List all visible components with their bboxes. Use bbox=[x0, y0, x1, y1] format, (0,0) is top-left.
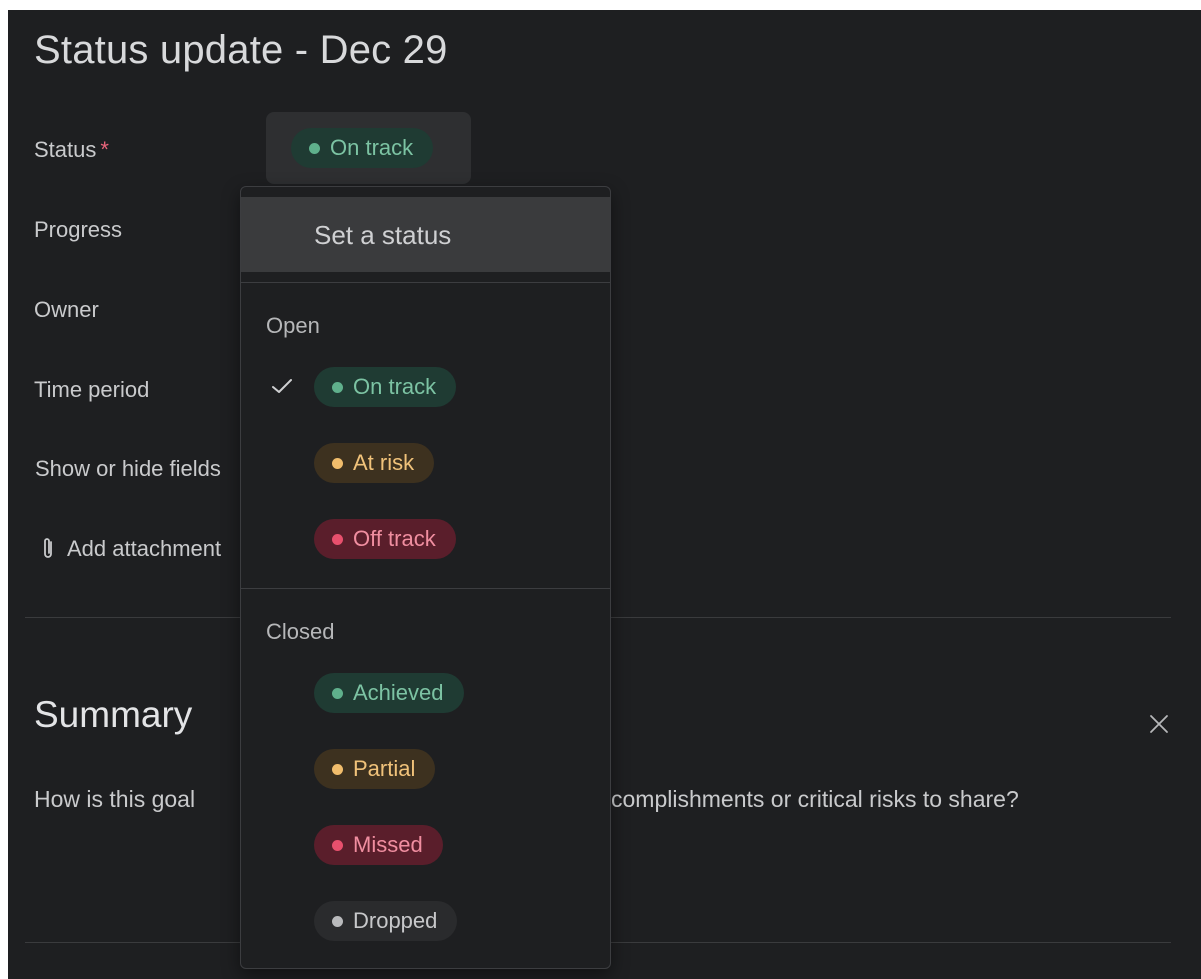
option-label: Achieved bbox=[353, 680, 444, 705]
option-label: Missed bbox=[353, 832, 423, 857]
status-label: Status * bbox=[34, 137, 109, 162]
option-dropped[interactable]: Dropped bbox=[314, 901, 458, 941]
summary-prompt-left: How is this goal bbox=[34, 786, 196, 812]
group-label-closed: Closed bbox=[266, 619, 335, 644]
check-icon bbox=[272, 379, 292, 393]
set-status-header: Set a status bbox=[241, 197, 610, 272]
dropdown-divider bbox=[241, 282, 610, 283]
red-dot-icon bbox=[332, 533, 343, 545]
required-marker: * bbox=[100, 137, 109, 162]
green-dot-icon bbox=[332, 687, 343, 699]
gray-dot-icon bbox=[332, 915, 343, 927]
page-title: Status update - Dec 29 bbox=[34, 28, 448, 72]
close-icon[interactable] bbox=[1149, 714, 1169, 734]
add-attachment-button[interactable]: Add attachment bbox=[67, 536, 221, 562]
paperclip-icon bbox=[44, 538, 52, 558]
green-dot-icon bbox=[332, 381, 343, 393]
set-status-label: Set a status bbox=[314, 220, 452, 250]
summary-prompt-right: complishments or critical risks to share… bbox=[611, 786, 1019, 812]
dropdown-divider bbox=[241, 588, 610, 589]
option-label: On track bbox=[353, 374, 437, 399]
option-label: Off track bbox=[353, 526, 436, 551]
option-off-track[interactable]: Off track bbox=[314, 519, 456, 559]
yellow-dot-icon bbox=[332, 457, 343, 469]
option-label: Partial bbox=[353, 756, 416, 781]
status-select-button[interactable]: On track bbox=[266, 112, 471, 184]
option-at-risk[interactable]: At risk bbox=[314, 443, 435, 483]
status-dot-icon bbox=[309, 142, 320, 154]
option-label: Dropped bbox=[353, 908, 438, 933]
yellow-dot-icon bbox=[332, 763, 343, 775]
status-pill: On track bbox=[291, 128, 434, 168]
status-dropdown-menu: Set a status Open On track At risk Off t… bbox=[240, 186, 611, 969]
status-value: On track bbox=[330, 135, 414, 160]
option-achieved[interactable]: Achieved bbox=[314, 673, 464, 713]
owner-label: Owner bbox=[34, 297, 99, 322]
option-on-track[interactable]: On track bbox=[314, 367, 457, 407]
option-partial[interactable]: Partial bbox=[314, 749, 436, 789]
show-hide-fields-button[interactable]: Show or hide fields bbox=[35, 456, 221, 482]
option-label: At risk bbox=[353, 450, 415, 475]
progress-label: Progress bbox=[34, 217, 123, 242]
summary-title: Summary bbox=[34, 694, 193, 735]
time-period-label: Time period bbox=[34, 377, 150, 402]
red-dot-icon bbox=[332, 839, 343, 851]
option-missed[interactable]: Missed bbox=[314, 825, 443, 865]
group-label-open: Open bbox=[266, 313, 320, 338]
